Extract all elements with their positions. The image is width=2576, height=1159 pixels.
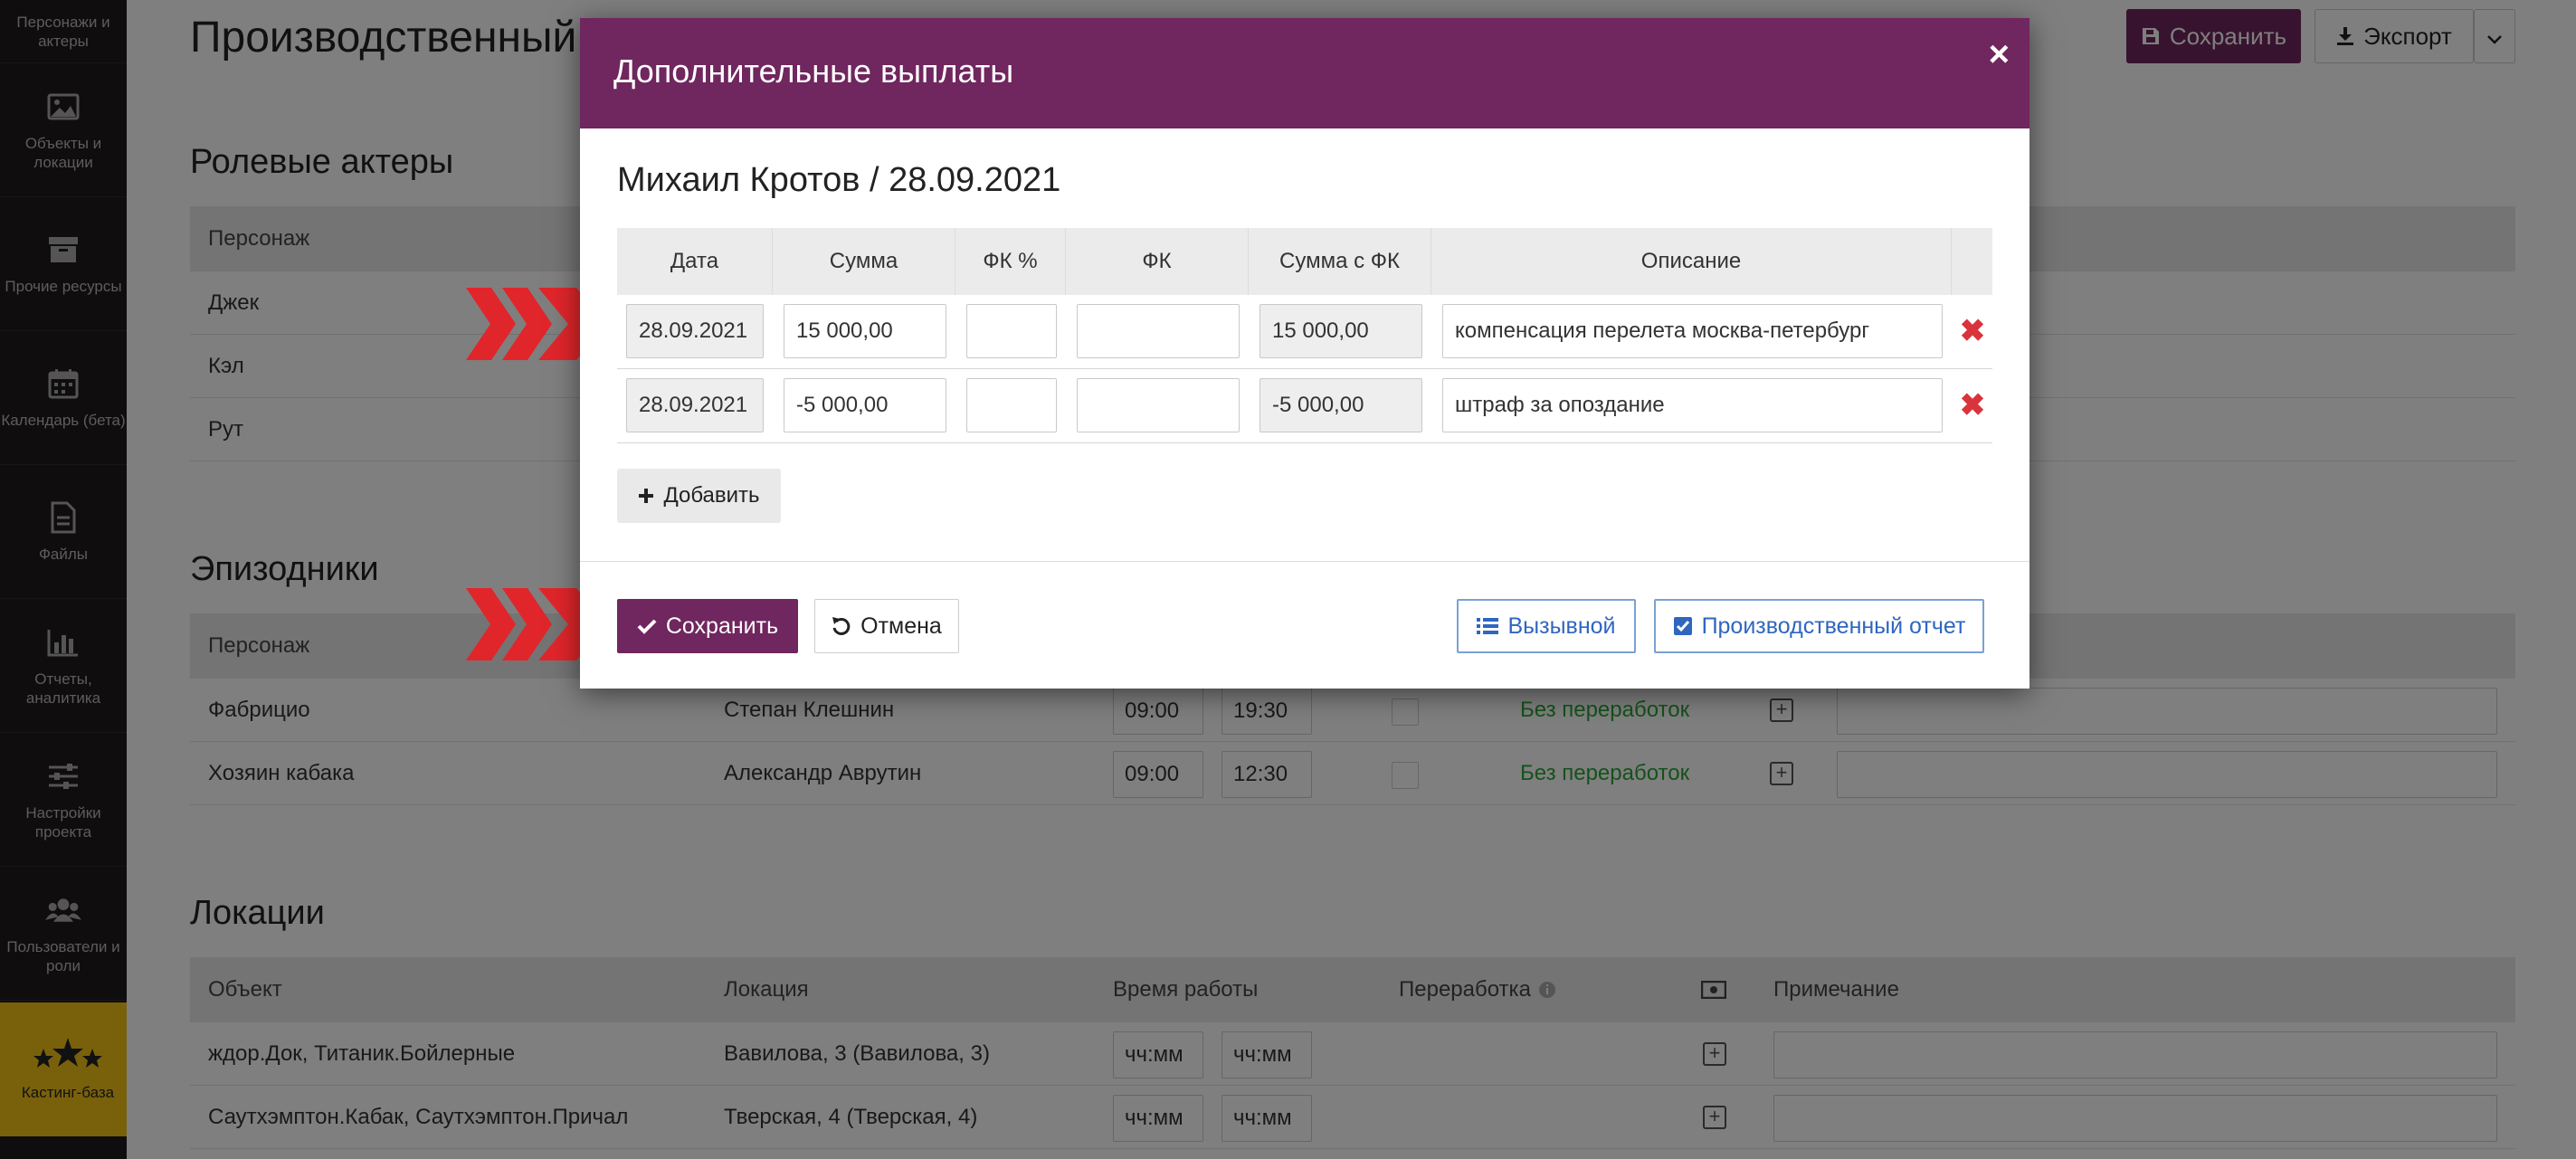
- plus-icon: [638, 488, 654, 504]
- cancel-button[interactable]: Отмена: [814, 599, 959, 653]
- checkbox-checked-icon: [1673, 616, 1693, 636]
- total-with-fk-field: -5 000,00: [1259, 378, 1422, 432]
- date-field: 28.09.2021: [626, 378, 764, 432]
- description-input[interactable]: штраф за опоздание: [1442, 378, 1943, 432]
- list-icon: [1477, 617, 1499, 635]
- fk-input[interactable]: [1077, 304, 1240, 358]
- undo-icon: [832, 616, 851, 636]
- column-header-date: Дата: [617, 228, 773, 295]
- column-header-fk-percent: ФК %: [955, 228, 1066, 295]
- column-header-actions: [1952, 228, 1992, 295]
- production-report-button[interactable]: Производственный отчет: [1654, 599, 1984, 653]
- add-payment-label: Добавить: [663, 483, 760, 508]
- delete-icon[interactable]: ✖: [1959, 390, 1986, 421]
- add-payment-button[interactable]: Добавить: [617, 469, 781, 523]
- column-header-fk: ФК: [1066, 228, 1249, 295]
- fk-input[interactable]: [1077, 378, 1240, 432]
- check-icon: [637, 618, 657, 634]
- divider: [580, 561, 2029, 562]
- call-sheet-label: Вызывной: [1507, 613, 1616, 639]
- save-label: Сохранить: [665, 613, 779, 639]
- amount-input[interactable]: -5 000,00: [784, 378, 946, 432]
- table-row: 28.09.2021 -5 000,00 -5 000,00 штраф за …: [617, 369, 1992, 443]
- modal-subtitle: Михаил Кротов / 28.09.2021: [617, 161, 1061, 199]
- column-header-total-with-fk: Сумма с ФК: [1249, 228, 1431, 295]
- modal-header: Дополнительные выплаты ×: [580, 18, 2029, 128]
- fk-percent-input[interactable]: [966, 304, 1057, 358]
- modal-title: Дополнительные выплаты: [613, 52, 1014, 90]
- delete-icon[interactable]: ✖: [1959, 316, 1986, 347]
- table-row: 28.09.2021 15 000,00 15 000,00 компенсац…: [617, 295, 1992, 369]
- column-header-amount: Сумма: [773, 228, 955, 295]
- fk-percent-input[interactable]: [966, 378, 1057, 432]
- date-field: 28.09.2021: [626, 304, 764, 358]
- column-header-description: Описание: [1431, 228, 1952, 295]
- cancel-label: Отмена: [860, 613, 942, 639]
- extra-payments-modal: Дополнительные выплаты × Михаил Кротов /…: [580, 18, 2029, 689]
- close-icon[interactable]: ×: [1989, 34, 2010, 75]
- save-button[interactable]: Сохранить: [617, 599, 798, 653]
- call-sheet-button[interactable]: Вызывной: [1457, 599, 1636, 653]
- total-with-fk-field: 15 000,00: [1259, 304, 1422, 358]
- amount-input[interactable]: 15 000,00: [784, 304, 946, 358]
- description-input[interactable]: компенсация перелета москва-петербург: [1442, 304, 1943, 358]
- production-report-label: Производственный отчет: [1701, 613, 1966, 639]
